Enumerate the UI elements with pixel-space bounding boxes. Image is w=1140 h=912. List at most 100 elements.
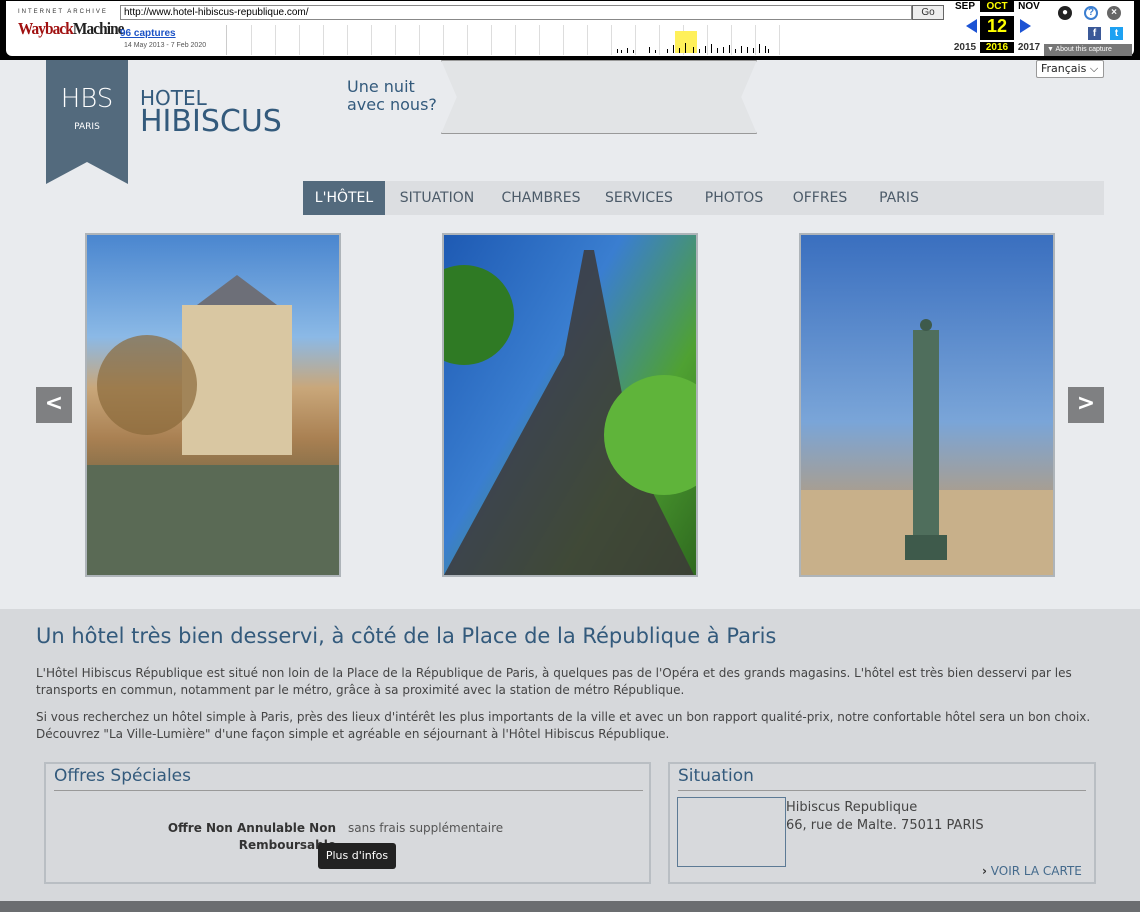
intro-p1-line-1: L'Hôtel Hibiscus République est situé no… bbox=[36, 666, 1072, 680]
nav-services[interactable]: SERVICES bbox=[599, 181, 679, 215]
about-capture-button[interactable]: ▼ About this capture bbox=[1044, 44, 1132, 56]
capture-sparkline[interactable] bbox=[226, 25, 806, 55]
sparkline-bar bbox=[729, 45, 730, 53]
sparkline-bar bbox=[679, 48, 680, 53]
map-thumbnail[interactable] bbox=[677, 797, 786, 867]
sparkline-gridline bbox=[779, 25, 780, 55]
sparkline-bar bbox=[759, 44, 760, 53]
footer-bar bbox=[0, 901, 1140, 912]
sparkline-gridline bbox=[563, 25, 564, 55]
chevron-left-icon: < bbox=[44, 391, 64, 416]
carousel-next-button[interactable]: > bbox=[1068, 387, 1104, 423]
carousel-prev-button[interactable]: < bbox=[36, 387, 72, 423]
sparkline-bar bbox=[765, 46, 766, 53]
sparkline-bar bbox=[633, 50, 634, 53]
sparkline-bar bbox=[747, 47, 748, 53]
logo-paris: PARIS bbox=[74, 122, 100, 132]
month-oct[interactable]: OCT bbox=[980, 1, 1014, 12]
sparkline-bar bbox=[655, 50, 656, 53]
photo-vendome-column[interactable] bbox=[799, 233, 1055, 577]
booking-banner[interactable] bbox=[441, 60, 757, 134]
vendome-column bbox=[913, 330, 939, 555]
wayback-panel: INTERNET ARCHIVE WaybackMachine http://w… bbox=[6, 1, 1134, 56]
nav-hotel[interactable]: L'HÔTEL bbox=[303, 181, 385, 215]
prev-capture-arrow-icon[interactable] bbox=[966, 19, 977, 33]
internet-archive-label: INTERNET ARCHIVE bbox=[18, 9, 108, 15]
offer-description: sans frais supplémentaire bbox=[348, 821, 504, 835]
sparkline-bar bbox=[705, 46, 706, 53]
facebook-icon[interactable]: f bbox=[1088, 27, 1101, 40]
louvre-building bbox=[182, 305, 292, 455]
help-icon[interactable]: ? bbox=[1084, 6, 1098, 20]
sparkline-gridline bbox=[539, 25, 540, 55]
sparkline-gridline bbox=[467, 25, 468, 55]
chevron-right-icon: > bbox=[1076, 391, 1096, 416]
view-map-label: VOIR LA CARTE bbox=[990, 864, 1082, 878]
nav-offres[interactable]: OFFRES bbox=[787, 181, 853, 215]
hotel-name: Hibiscus Republique bbox=[786, 800, 918, 815]
nav-photos[interactable]: PHOTOS bbox=[695, 181, 773, 215]
sparkline-gridline bbox=[611, 25, 612, 55]
situation-divider bbox=[678, 790, 1086, 791]
wayback-logo-b: Machine bbox=[72, 19, 125, 38]
hbs-ribbon-logo[interactable]: HBS PARIS bbox=[46, 60, 128, 184]
sparkline-gridline bbox=[587, 25, 588, 55]
wayback-go-button[interactable]: Go bbox=[912, 5, 944, 20]
sparkline-gridline bbox=[347, 25, 348, 55]
captures-link[interactable]: 96 captures bbox=[120, 28, 176, 39]
sparkline-gridline bbox=[707, 25, 708, 55]
twitter-icon[interactable]: t bbox=[1110, 27, 1123, 40]
wayback-toolbar: INTERNET ARCHIVE WaybackMachine http://w… bbox=[0, 0, 1140, 60]
sparkline-bar bbox=[621, 50, 622, 53]
sparkline-bar bbox=[753, 48, 754, 53]
sparkline-gridline bbox=[491, 25, 492, 55]
nav-paris[interactable]: PARIS bbox=[869, 181, 929, 215]
wayback-url-input[interactable]: http://www.hotel-hibiscus-republique.com… bbox=[120, 5, 912, 20]
situation-title: Situation bbox=[678, 766, 754, 786]
intro-p2-line-2: Découvrez "La Ville-Lumière" d'une façon… bbox=[36, 727, 670, 741]
user-icon[interactable]: ● bbox=[1058, 6, 1072, 20]
sparkline-gridline bbox=[371, 25, 372, 55]
louvre-roof bbox=[197, 275, 277, 305]
sparkline-bar bbox=[693, 47, 694, 53]
tree bbox=[97, 335, 197, 435]
sparkline-bar bbox=[723, 47, 724, 53]
view-map-link[interactable]: › VOIR LA CARTE bbox=[982, 864, 1082, 878]
next-capture-arrow-icon[interactable] bbox=[1020, 19, 1031, 33]
sparkline-bar bbox=[735, 49, 736, 53]
statue bbox=[920, 319, 932, 331]
photo-eiffel-tower[interactable] bbox=[414, 233, 724, 577]
nav-situation[interactable]: SITUATION bbox=[391, 181, 483, 215]
offers-divider bbox=[54, 790, 643, 791]
sparkline-bar bbox=[649, 47, 650, 53]
sparkline-gridline bbox=[635, 25, 636, 55]
wayback-logo[interactable]: WaybackMachine bbox=[18, 19, 124, 39]
hotel-address: 66, rue de Malte. 75011 PARIS bbox=[786, 818, 984, 833]
sparkline-bar bbox=[741, 46, 742, 53]
offer-name-line-2: Remboursable bbox=[238, 838, 336, 852]
sparkline-bar bbox=[768, 49, 769, 53]
month-nov[interactable]: NOV bbox=[1012, 1, 1046, 12]
capture-day: 12 bbox=[980, 16, 1014, 40]
wayback-logo-a: Wayback bbox=[18, 19, 74, 38]
sparkline-bar bbox=[673, 45, 674, 53]
nav-chambres[interactable]: CHAMBRES bbox=[497, 181, 585, 215]
more-info-tooltip[interactable]: Plus d'infos bbox=[318, 843, 396, 869]
sparkline-gridline bbox=[443, 25, 444, 55]
year-2017[interactable]: 2017 bbox=[1012, 42, 1046, 53]
sparkline-bar bbox=[617, 49, 618, 53]
capture-range: 14 May 2013 - 7 Feb 2020 bbox=[124, 42, 207, 49]
vendome-illustration bbox=[801, 319, 1053, 575]
offer-name[interactable]: Offre Non Annulable Non Remboursable bbox=[156, 820, 336, 854]
close-icon[interactable]: × bbox=[1107, 6, 1121, 20]
photo-louvre-tuileries[interactable] bbox=[85, 233, 341, 577]
year-2016[interactable]: 2016 bbox=[980, 42, 1014, 53]
column-base bbox=[905, 535, 947, 560]
year-2015[interactable]: 2015 bbox=[948, 42, 982, 53]
month-sep[interactable]: SEP bbox=[948, 1, 982, 12]
intro-paragraph-1: L'Hôtel Hibiscus République est situé no… bbox=[36, 665, 1104, 699]
tagline: Une nuit avec nous? bbox=[347, 78, 437, 114]
pond bbox=[87, 465, 339, 575]
language-select[interactable]: Français ⌵ bbox=[1036, 60, 1104, 78]
intro-paragraph-2: Si vous recherchez un hôtel simple à Par… bbox=[36, 709, 1104, 743]
